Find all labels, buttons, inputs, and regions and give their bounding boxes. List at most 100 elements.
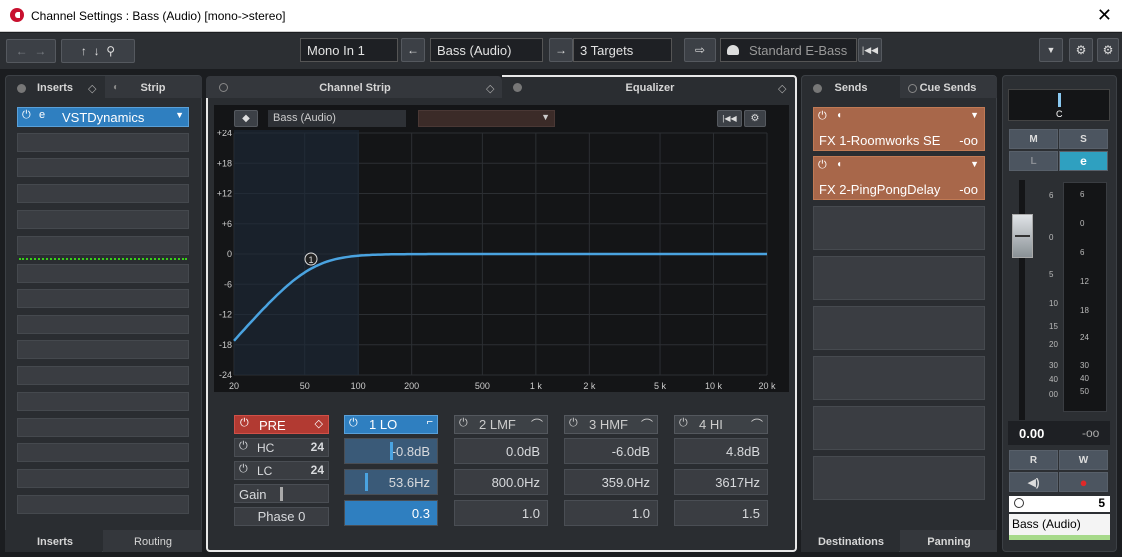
- cue-sends-bypass-icon[interactable]: [908, 84, 917, 93]
- arrow-left-icon[interactable]: ←: [401, 38, 425, 62]
- send-slot[interactable]: [813, 456, 985, 500]
- volume-fader-handle[interactable]: [1012, 214, 1033, 258]
- strip-power-icon[interactable]: ◐: [113, 82, 119, 93]
- send-level[interactable]: -oo: [959, 133, 978, 148]
- band-4-gain[interactable]: 4.8dB: [674, 438, 768, 464]
- tab-channel-strip[interactable]: Channel Strip: [290, 82, 420, 94]
- tab-inserts[interactable]: Inserts: [30, 82, 80, 94]
- diamond-icon[interactable]: ◇: [778, 82, 786, 95]
- preset-load-icon[interactable]: |◀◀: [858, 38, 882, 62]
- band-2-power-icon[interactable]: ⏻: [459, 417, 468, 430]
- band-1-header[interactable]: ⏻ 1 LO ⌐: [344, 415, 438, 434]
- band-2-header[interactable]: ⏻ 2 LMF ⌒: [454, 415, 548, 434]
- insert-slot[interactable]: [17, 495, 189, 514]
- band-4-freq[interactable]: 3617Hz: [674, 469, 768, 495]
- tab-equalizer[interactable]: Equalizer: [590, 82, 710, 94]
- send-slot-1[interactable]: ⏻ ◖ ▼ FX 1-Roomworks SE -oo: [813, 107, 985, 151]
- edit-icon[interactable]: e: [39, 109, 45, 121]
- peak-filter-icon[interactable]: ⌒: [531, 416, 543, 433]
- band-4-header[interactable]: ⏻ 4 HI ⌒: [674, 415, 768, 434]
- listen-button[interactable]: L: [1009, 151, 1058, 171]
- band-1-q[interactable]: 0.3: [344, 500, 438, 526]
- tab-cue-sends[interactable]: Cue Sends: [918, 82, 978, 94]
- hc-slope[interactable]: 24: [311, 440, 324, 454]
- arrow-right-icon[interactable]: →: [549, 38, 573, 62]
- send-power-icon[interactable]: ⏻: [818, 159, 827, 172]
- insert-slot[interactable]: [17, 236, 189, 255]
- send-prefader-icon[interactable]: ◖: [836, 159, 842, 170]
- lc-slope[interactable]: 24: [311, 463, 324, 477]
- volume-readout[interactable]: 0.00 -oo: [1008, 421, 1110, 445]
- output-targets-field[interactable]: 3 Targets: [573, 38, 672, 62]
- insert-slot[interactable]: [17, 469, 189, 488]
- close-icon[interactable]: ✕: [1097, 5, 1112, 26]
- send-level[interactable]: -oo: [959, 182, 978, 197]
- insert-slot[interactable]: [17, 158, 189, 177]
- band-3-gain[interactable]: -6.0dB: [564, 438, 658, 464]
- phase-button[interactable]: Phase 0: [234, 507, 329, 526]
- chevron-down-icon[interactable]: ▼: [970, 110, 979, 120]
- insert-slot[interactable]: [17, 392, 189, 411]
- eq-arrow-icon[interactable]: ◆: [234, 110, 258, 127]
- tab-destinations[interactable]: Destinations: [806, 536, 896, 548]
- insert-slot[interactable]: [17, 133, 189, 152]
- eq-reset-icon[interactable]: |◀◀: [717, 110, 742, 127]
- hc-power-icon[interactable]: ⏻: [239, 440, 248, 453]
- peak-filter-icon[interactable]: ⌒: [641, 416, 653, 433]
- chevron-down-icon[interactable]: ▼: [970, 159, 979, 169]
- tab-inserts-bottom[interactable]: Inserts: [10, 536, 100, 548]
- inserts-bypass-icon[interactable]: [17, 84, 26, 93]
- send-prefader-icon[interactable]: ◖: [836, 110, 842, 121]
- insert-slot[interactable]: [17, 315, 189, 334]
- insert-slot[interactable]: [17, 184, 189, 203]
- gain-slider[interactable]: Gain: [234, 484, 329, 503]
- send-slot[interactable]: [813, 306, 985, 350]
- chevron-down-icon[interactable]: ▼: [1039, 38, 1063, 62]
- insert-slot[interactable]: [17, 418, 189, 437]
- band-3-power-icon[interactable]: ⏻: [569, 417, 578, 430]
- channel-name-bar[interactable]: Bass (Audio): [1009, 514, 1110, 540]
- lowshelf-icon[interactable]: ⌐: [427, 416, 433, 428]
- sends-bypass-icon[interactable]: [813, 84, 822, 93]
- mute-button[interactable]: M: [1009, 129, 1058, 149]
- gain-slider-handle[interactable]: [280, 487, 283, 501]
- lc-filter[interactable]: ⏻ LC 24: [234, 461, 329, 480]
- monitor-icon[interactable]: ◀): [1009, 472, 1058, 492]
- band-2-q[interactable]: 1.0: [454, 500, 548, 526]
- band-1-freq[interactable]: 53.6Hz: [344, 469, 438, 495]
- send-slot[interactable]: [813, 356, 985, 400]
- band-2-freq[interactable]: 800.0Hz: [454, 469, 548, 495]
- read-button[interactable]: R: [1009, 450, 1058, 470]
- band-3-q[interactable]: 1.0: [564, 500, 658, 526]
- send-slot[interactable]: [813, 406, 985, 450]
- preset-field[interactable]: Standard E-Bass: [720, 38, 857, 62]
- chevron-down-icon[interactable]: ▼: [175, 110, 184, 120]
- insert-slot[interactable]: [17, 264, 189, 283]
- link-channel-icon[interactable]: ⇨: [684, 38, 716, 62]
- band-4-q[interactable]: 1.5: [674, 500, 768, 526]
- pan-control[interactable]: C: [1008, 89, 1110, 121]
- hc-filter[interactable]: ⏻ HC 24: [234, 438, 329, 457]
- eq-bypass-icon[interactable]: [513, 83, 522, 92]
- tab-strip[interactable]: Strip: [128, 82, 178, 94]
- band-1-gain[interactable]: -0.8dB: [344, 438, 438, 464]
- band-3-freq[interactable]: 359.0Hz: [564, 469, 658, 495]
- input-routing-field[interactable]: Mono In 1: [300, 38, 398, 62]
- group-icon[interactable]: [1014, 498, 1024, 508]
- insert-slot[interactable]: [17, 289, 189, 308]
- send-slot-2[interactable]: ⏻ ◖ ▼ FX 2-PingPongDelay -oo: [813, 156, 985, 200]
- send-power-icon[interactable]: ⏻: [818, 110, 827, 123]
- history-nav-button[interactable]: ← →: [6, 39, 56, 63]
- tab-sends[interactable]: Sends: [826, 82, 876, 94]
- channel-strip-bypass-icon[interactable]: [219, 83, 228, 92]
- band-2-gain[interactable]: 0.0dB: [454, 438, 548, 464]
- diamond-icon[interactable]: ◇: [88, 82, 96, 95]
- settings-window-icon[interactable]: ⚙: [1069, 38, 1093, 62]
- send-slot[interactable]: [813, 256, 985, 300]
- gear-icon[interactable]: ⚙: [1097, 38, 1119, 62]
- pre-button[interactable]: ⏻ PRE ◇: [234, 415, 329, 434]
- eq-graph[interactable]: +24 +18 +12 +6 0 -6 -12 -18 -2420 50 100 200 500 1 k 2…: [214, 130, 789, 392]
- edit-channel-button[interactable]: e: [1059, 151, 1108, 171]
- record-icon[interactable]: ●: [1059, 472, 1108, 492]
- insert-slot[interactable]: [17, 340, 189, 359]
